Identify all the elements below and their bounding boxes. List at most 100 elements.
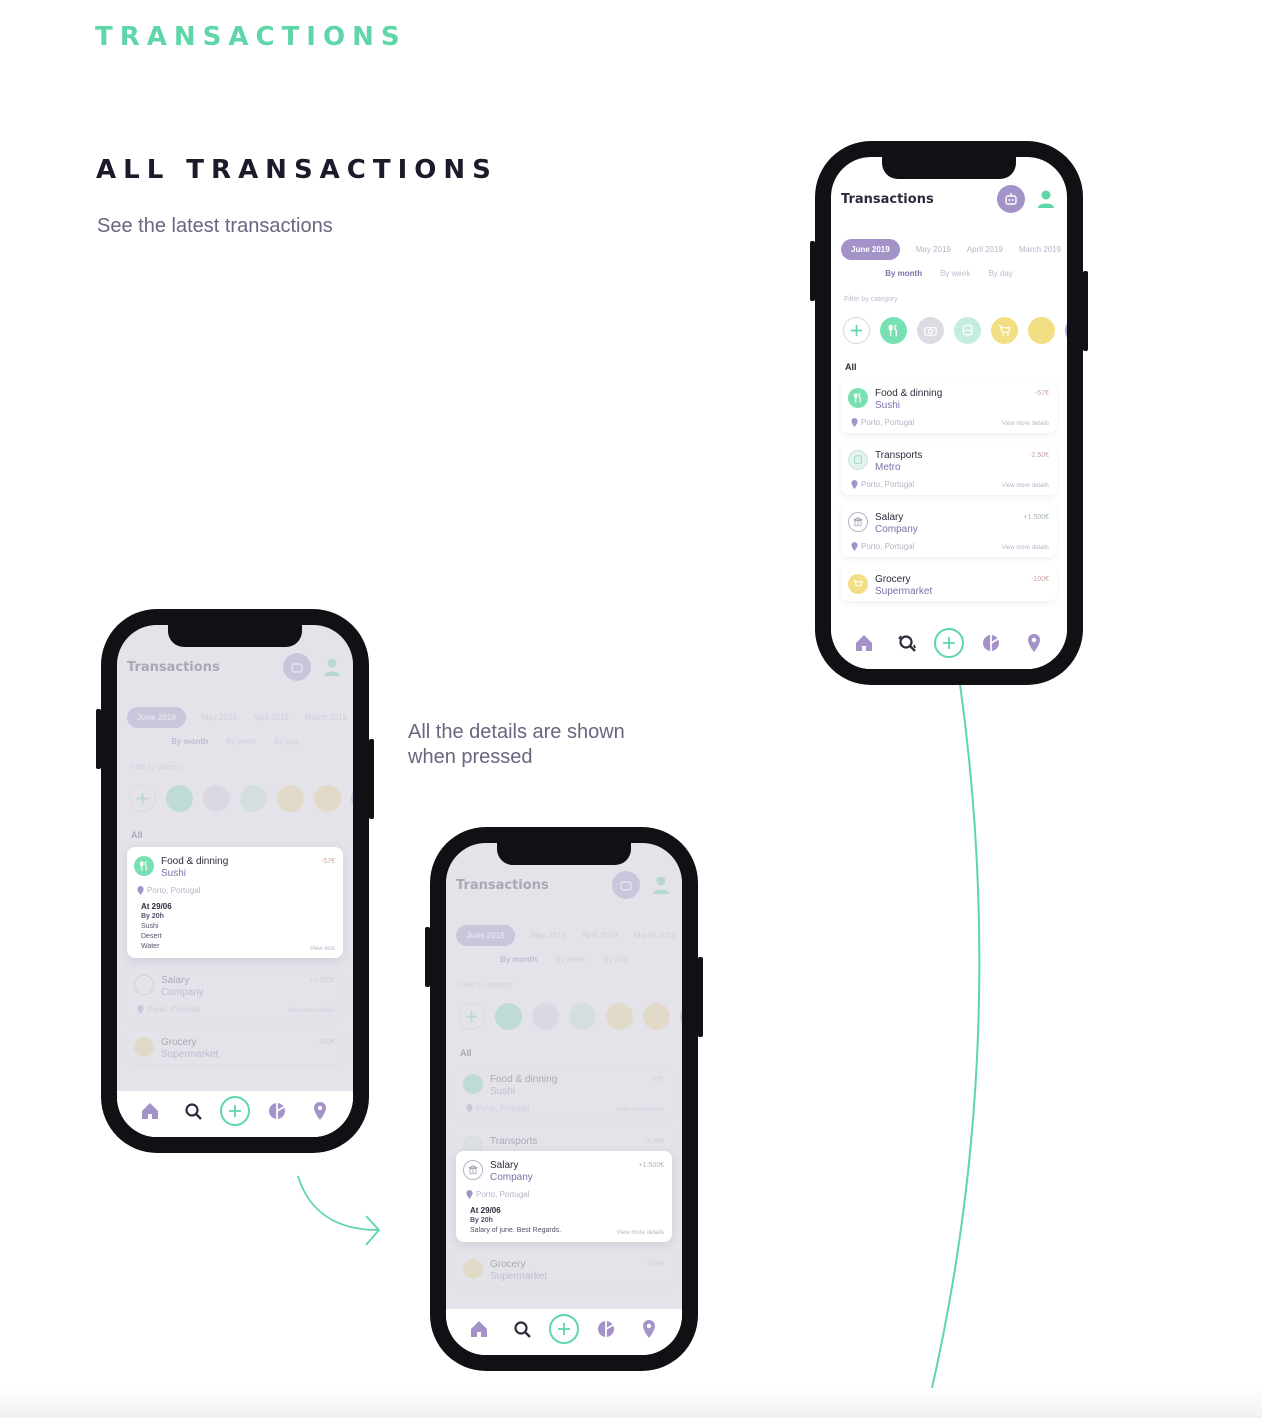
transaction-category: Grocery <box>490 1259 526 1270</box>
location-pin-icon <box>137 1005 144 1014</box>
view-more-details-link[interactable]: View more details <box>1002 545 1049 551</box>
plus-icon[interactable] <box>458 1003 485 1030</box>
category-purple-icon[interactable] <box>351 785 353 812</box>
category-yellow-icon[interactable] <box>1028 317 1055 344</box>
add-transaction-button[interactable] <box>548 1314 579 1344</box>
robot-icon[interactable] <box>997 185 1025 213</box>
transaction-food[interactable]: Food & dinning Sushi -57€ Porto, Portuga… <box>841 379 1057 433</box>
tab-by-month[interactable]: By month <box>500 955 537 964</box>
transaction-transports[interactable]: Transports Metro -2,50€ Porto, Portugal … <box>841 441 1057 495</box>
user-icon[interactable] <box>1035 188 1057 210</box>
home-icon[interactable] <box>135 1096 165 1126</box>
cutlery-icon <box>134 856 154 876</box>
user-icon[interactable] <box>650 874 672 896</box>
category-filter-row <box>458 1003 682 1030</box>
home-icon[interactable] <box>849 628 879 658</box>
transaction-food[interactable]: Food & dinning Sushi -57€ Porto, Portuga… <box>456 1065 672 1119</box>
location-pin-icon <box>466 1104 473 1113</box>
cart-icon <box>134 1037 154 1057</box>
cutlery-icon[interactable] <box>166 785 193 812</box>
tab-month-march[interactable]: March 2019 <box>305 713 347 722</box>
bus-icon[interactable] <box>954 317 981 344</box>
phone-screen: Transactions June 2019 May 2019 April 20… <box>446 843 682 1355</box>
view-more-details-link[interactable]: View more details <box>1002 483 1049 489</box>
tab-by-month[interactable]: By month <box>885 269 922 278</box>
filter-label: Filter by category <box>130 764 184 771</box>
tab-by-month[interactable]: By month <box>171 737 208 746</box>
cart-icon[interactable] <box>991 317 1018 344</box>
tab-month-may[interactable]: May 2019 <box>916 245 951 254</box>
transaction-location: Porto, Portugal <box>137 886 335 895</box>
robot-icon[interactable] <box>283 653 311 681</box>
plus-icon[interactable] <box>129 785 156 812</box>
location-pin-icon[interactable] <box>1019 628 1049 658</box>
camera-icon[interactable] <box>917 317 944 344</box>
tab-month-june[interactable]: June 2019 <box>841 239 900 260</box>
tab-month-june[interactable]: June 2019 <box>456 925 515 946</box>
tab-by-week[interactable]: By week <box>555 955 585 964</box>
detail-time: By 20h <box>470 1217 493 1224</box>
tab-month-april[interactable]: April 2019 <box>582 931 618 940</box>
add-transaction-button[interactable] <box>933 628 964 658</box>
transaction-salary[interactable]: Salary Company +1.500€ Porto, Portugal V… <box>841 503 1057 557</box>
tab-month-may[interactable]: May 2019 <box>531 931 566 940</box>
location-pin-icon[interactable] <box>305 1096 335 1126</box>
transaction-salary-expanded[interactable]: Salary Company +1.500€ Porto, Portugal A… <box>456 1151 672 1242</box>
robot-icon[interactable] <box>612 871 640 899</box>
transaction-transports[interactable]: Transports -2,50€ <box>456 1127 672 1156</box>
search-refresh-icon[interactable] <box>507 1314 537 1344</box>
bus-icon[interactable] <box>569 1003 596 1030</box>
transaction-grocery[interactable]: Grocery Supermarket -100€ <box>456 1250 672 1286</box>
location-pin-icon <box>851 418 858 427</box>
location-text: Porto, Portugal <box>147 886 201 895</box>
chart-icon[interactable] <box>591 1314 621 1344</box>
transaction-grocery[interactable]: Grocery Supermarket -100€ <box>841 565 1057 601</box>
tab-month-march[interactable]: March 2019 <box>1019 245 1061 254</box>
view-more-details-link[interactable]: View more details <box>617 1107 664 1113</box>
tab-by-week[interactable]: By week <box>226 737 256 746</box>
camera-icon[interactable] <box>532 1003 559 1030</box>
tab-by-day[interactable]: By day <box>988 269 1012 278</box>
chart-icon[interactable] <box>262 1096 292 1126</box>
chart-icon[interactable] <box>976 628 1006 658</box>
tab-month-june[interactable]: June 2019 <box>127 707 186 728</box>
user-icon[interactable] <box>321 656 343 678</box>
detail-date: At 29/06 <box>470 1206 501 1215</box>
cutlery-icon[interactable] <box>495 1003 522 1030</box>
transaction-salary[interactable]: Salary Company +1.500€ Porto, Portugal V… <box>127 966 343 1020</box>
transaction-grocery[interactable]: Grocery Supermarket -100€ <box>127 1028 343 1064</box>
search-refresh-icon[interactable] <box>892 628 922 658</box>
category-purple-icon[interactable] <box>1065 317 1067 344</box>
add-transaction-button[interactable] <box>219 1096 250 1126</box>
view-more-details-link[interactable]: View more details <box>288 1008 335 1014</box>
cutlery-icon[interactable] <box>880 317 907 344</box>
tab-by-day[interactable]: By day <box>274 737 298 746</box>
home-icon[interactable] <box>464 1314 494 1344</box>
view-more-details-link[interactable]: View more details <box>1002 421 1049 427</box>
tab-by-day[interactable]: By day <box>603 955 627 964</box>
phone-list-view: Transactions June 2019 May 2019 April 20… <box>810 141 1088 685</box>
category-yellow-icon[interactable] <box>643 1003 670 1030</box>
view-more-details-link[interactable]: View more details <box>617 1230 664 1236</box>
camera-icon[interactable] <box>203 785 230 812</box>
transaction-amount: -57€ <box>320 858 335 865</box>
plus-icon[interactable] <box>843 317 870 344</box>
transaction-food-expanded[interactable]: Food & dinning Sushi -57€ Porto, Portuga… <box>127 847 343 958</box>
cart-icon[interactable] <box>606 1003 633 1030</box>
location-pin-icon[interactable] <box>634 1314 664 1344</box>
tab-month-april[interactable]: April 2019 <box>253 713 289 722</box>
category-purple-icon[interactable] <box>680 1003 682 1030</box>
category-yellow-icon[interactable] <box>314 785 341 812</box>
app-title: Transactions <box>456 877 549 893</box>
tab-month-march[interactable]: March 2019 <box>634 931 676 940</box>
cart-icon[interactable] <box>277 785 304 812</box>
bus-icon[interactable] <box>240 785 267 812</box>
tab-by-week[interactable]: By week <box>940 269 970 278</box>
tab-month-april[interactable]: April 2019 <box>967 245 1003 254</box>
transaction-location: Porto, Portugal <box>466 1190 664 1199</box>
view-less-link[interactable]: View less <box>310 946 335 952</box>
tab-month-may[interactable]: May 2019 <box>202 713 237 722</box>
search-refresh-icon[interactable] <box>178 1096 208 1126</box>
transaction-amount: -100€ <box>1031 576 1049 583</box>
transaction-subtitle: Company <box>875 524 918 535</box>
